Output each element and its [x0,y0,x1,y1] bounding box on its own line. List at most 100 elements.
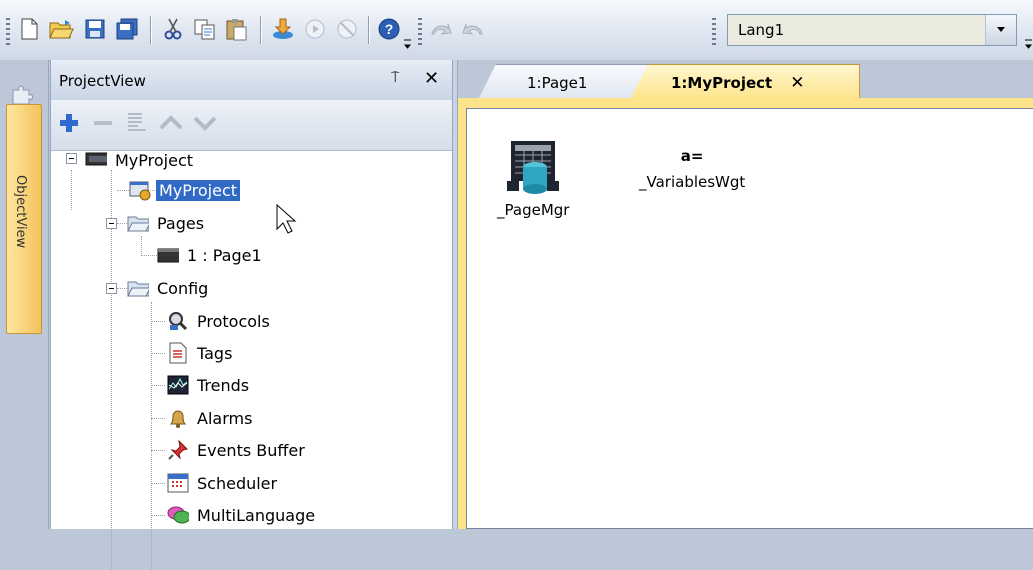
run-icon [305,19,325,39]
svg-text:?: ? [385,21,394,37]
toolbar-grip-2[interactable] [418,18,422,46]
move-down-button[interactable] [189,106,221,140]
toolbar-overflow-icon-2[interactable] [1024,36,1033,50]
open-button[interactable] [48,16,74,42]
widget-variableswgt[interactable]: a= _VariablesWgt [639,147,745,191]
paste-button[interactable] [224,16,250,42]
toolbar-grip[interactable] [6,18,10,46]
cut-icon [164,18,182,40]
tab-label: 1:MyProject [671,73,773,92]
calendar-icon [167,472,189,494]
chevron-up-icon [159,115,183,130]
pin-icon[interactable]: ⍑ [391,70,399,86]
object-view-strip: ObjectView [0,60,49,529]
language-select[interactable]: Lang1 [727,14,1017,46]
undo-icon [431,23,452,35]
page-manager-icon [507,141,560,194]
new-file-icon [21,18,38,40]
move-up-button[interactable] [155,106,187,140]
save-all-icon [116,18,138,40]
variables-icon: a= [680,147,704,165]
tree-item-root[interactable]: MyProject [85,146,196,174]
tree-item-tags[interactable]: Tags [167,339,235,367]
new-file-button[interactable] [16,16,42,42]
project-view-toolbar [51,100,453,151]
folder-open-icon [127,277,149,299]
object-view-tab[interactable]: ObjectView [6,104,42,334]
widget-pagemgr[interactable]: _PageMgr [497,139,569,219]
collapse-pages-button[interactable] [106,218,117,229]
save-all-button[interactable] [114,16,140,42]
protocols-icon [167,310,189,332]
document-tab-strip: 1:Page1 1:MyProject ✕ [458,60,1033,100]
tree-item-label: Events Buffer [197,440,305,460]
project-tree: MyProject MyProject Pages 1 : Page1 Conf… [51,151,453,570]
tree-item-events-buffer[interactable]: Events Buffer [167,436,308,464]
mouse-cursor-icon [276,204,297,234]
panel-title: ProjectView [59,72,146,90]
close-tab-icon[interactable]: ✕ [790,73,804,93]
save-icon [85,19,105,39]
toolbar-overflow-icon[interactable] [403,36,412,50]
object-view-tab-label: ObjectView [13,175,28,249]
project-view-panel: ProjectView ⍑ ✕ MyProject MyProject Page… [50,60,453,570]
stop-button[interactable] [334,16,360,42]
tree-item-label: MyProject [156,179,241,201]
widget-label: _VariablesWgt [639,173,746,191]
tree-item-label: Pages [157,213,205,233]
run-button[interactable] [302,16,328,42]
remove-button[interactable] [87,106,119,140]
dropdown-button[interactable] [985,15,1016,45]
tree-item-label: Alarms [197,408,253,428]
chevron-down-icon [997,27,1005,32]
tree-item-label: Config [157,278,209,298]
help-icon: ? [378,18,400,40]
tree-item-project[interactable]: MyProject [129,176,241,204]
collapse-config-button[interactable] [106,283,117,294]
tab-label: 1:Page1 [527,73,588,92]
main-toolbar: ? Lang1 [0,0,1033,61]
trends-icon [167,374,189,396]
pushpin-icon [167,439,189,461]
properties-button[interactable] [121,106,153,140]
toolbar-grip-3[interactable] [712,18,716,46]
cut-button[interactable] [160,16,186,42]
collapse-root-button[interactable] [66,153,77,164]
plus-icon [60,114,78,132]
copy-icon [194,19,215,40]
redo-button[interactable] [460,16,486,42]
folder-open-icon [127,212,149,234]
chevron-down-icon [193,116,217,131]
tree-item-trends[interactable]: Trends [167,371,252,399]
download-button[interactable] [270,16,296,42]
add-button[interactable] [53,106,85,140]
tree-item-protocols[interactable]: Protocols [167,307,273,335]
tree-item-pages[interactable]: Pages [127,209,207,237]
tree-item-alarms[interactable]: Alarms [167,404,255,432]
bell-icon [167,407,189,429]
widget-label: _PageMgr [497,201,570,219]
project-canvas: _PageMgr a= _VariablesWgt [466,108,1033,529]
tree-item-label: Trends [197,375,250,395]
help-button[interactable]: ? [376,16,402,42]
save-button[interactable] [82,16,108,42]
redo-icon [462,23,483,35]
tree-item-scheduler[interactable]: Scheduler [167,469,280,497]
document-area: _PageMgr a= _VariablesWgt [458,98,1033,529]
page-icon [157,244,179,266]
puzzle-icon [12,85,34,105]
tree-item-config[interactable]: Config [127,274,211,302]
stop-icon [337,19,357,39]
tab-myproject[interactable]: 1:MyProject ✕ [630,64,860,100]
undo-button[interactable] [428,16,454,42]
tree-item-page1[interactable]: 1 : Page1 [157,241,265,269]
tags-icon [167,342,189,364]
tree-item-multilanguage[interactable]: MultiLanguage [167,501,318,529]
download-icon [273,18,293,39]
tree-item-label: Tags [197,343,233,363]
project-view-header: ProjectView ⍑ ✕ [51,60,453,100]
copy-button[interactable] [192,16,218,42]
tree-item-label: MyProject [115,150,194,170]
tab-page1[interactable]: 1:Page1 [478,64,648,100]
close-panel-icon[interactable]: ✕ [424,68,439,89]
